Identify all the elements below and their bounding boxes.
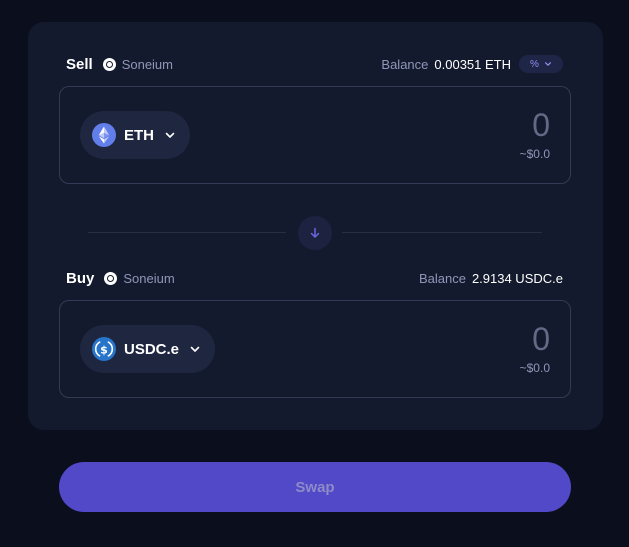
soneium-chain-icon	[102, 57, 116, 71]
sell-chain[interactable]: Soneium	[102, 56, 173, 72]
percent-label: %	[530, 58, 539, 70]
sell-chain-name: Soneium	[121, 56, 173, 72]
divider-right	[342, 232, 542, 233]
sell-balance-label: Balance	[381, 56, 429, 72]
buy-token-symbol: USDC.e	[124, 340, 180, 358]
sell-balance-value: 0.00351 ETH	[434, 56, 511, 72]
sell-usd-value: ~$0.0	[519, 147, 550, 161]
buy-balance-label: Balance	[418, 270, 466, 286]
sell-amount-input[interactable]: 0	[532, 107, 550, 144]
percent-dropdown[interactable]: %	[519, 55, 563, 73]
chevron-down-icon	[544, 62, 551, 67]
sell-header: Sell Soneium Balance 0.00351 ETH %	[66, 54, 563, 74]
sell-token-selector[interactable]: ETH	[80, 111, 190, 159]
buy-chain-name: Soneium	[123, 270, 175, 286]
divider-left	[88, 232, 286, 233]
buy-label: Buy	[66, 269, 95, 287]
soneium-chain-icon	[104, 271, 118, 285]
buy-amount-input[interactable]: 0	[532, 321, 550, 358]
svg-text:$: $	[100, 343, 108, 356]
chevron-down-icon	[165, 132, 175, 138]
swap-button[interactable]: Swap	[59, 462, 571, 512]
buy-input-box: $ USDC.e 0 ~$0.0	[59, 300, 571, 398]
buy-token-selector[interactable]: $ USDC.e	[80, 325, 216, 373]
chevron-down-icon	[190, 346, 200, 352]
sell-token-symbol: ETH	[124, 126, 154, 144]
arrow-down-icon	[310, 227, 320, 238]
swap-card: Sell Soneium Balance 0.00351 ETH % ETH 0…	[28, 22, 603, 430]
usdc-icon: $	[92, 337, 116, 361]
switch-direction-button[interactable]	[298, 216, 332, 250]
buy-balance-value: 2.9134 USDC.e	[471, 270, 563, 286]
buy-chain[interactable]: Soneium	[104, 270, 175, 286]
buy-usd-value: ~$0.0	[519, 361, 550, 375]
sell-input-box: ETH 0 ~$0.0	[59, 86, 571, 184]
ethereum-icon	[92, 123, 116, 147]
buy-header: Buy Soneium Balance 2.9134 USDC.e	[66, 268, 563, 288]
sell-label: Sell	[66, 55, 93, 73]
